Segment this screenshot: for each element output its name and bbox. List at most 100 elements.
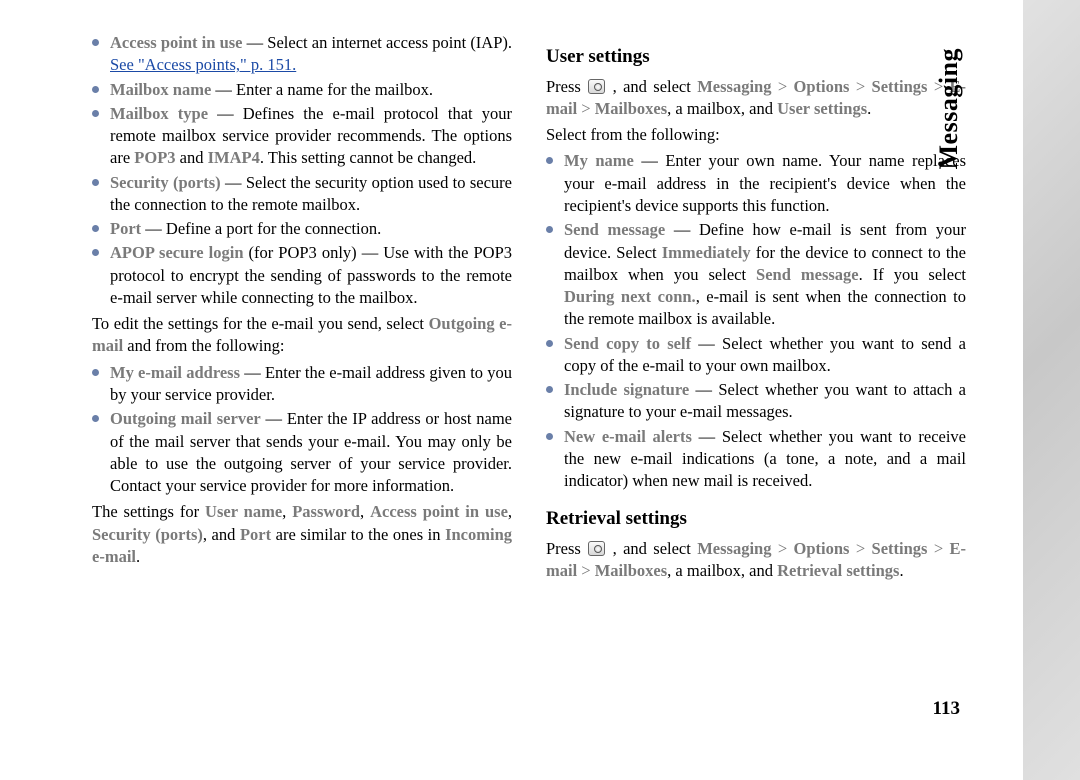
imap4-label: IMAP4: [208, 148, 260, 167]
body-post: . This setting cannot be changed.: [260, 148, 476, 167]
during-next-conn-label: During next conn.: [564, 287, 696, 306]
user-settings-list: My name — Enter your own name. Your name…: [546, 150, 966, 492]
term: Access point in use: [110, 33, 243, 52]
list-item: Port — Define a port for the connection.: [110, 218, 512, 240]
list-item: My e-mail address — Enter the e-mail add…: [110, 362, 512, 407]
chevron-icon: >: [778, 539, 787, 558]
heading-user-settings: User settings: [546, 44, 966, 70]
nav-path-user-settings: Press , and select Messaging > Options >…: [546, 76, 966, 121]
s5: Port: [240, 525, 271, 544]
chevron-icon: >: [581, 99, 590, 118]
nav-step: Settings: [872, 539, 928, 558]
dash: —: [243, 33, 268, 52]
list-item: APOP secure login (for POP3 only) — Use …: [110, 242, 512, 309]
dash: —: [240, 363, 265, 382]
nav-step: Mailboxes: [595, 561, 667, 580]
nav-last: User settings: [777, 99, 867, 118]
chevron-icon: >: [856, 77, 865, 96]
suffix: (for POP3 only) —: [244, 243, 384, 262]
list-item: Send copy to self — Select whether you w…: [564, 333, 966, 378]
dash: —: [211, 80, 236, 99]
s4: Security (ports): [92, 525, 203, 544]
body: Define a port for the connection.: [166, 219, 381, 238]
menu-key-icon: [588, 79, 605, 94]
nav-path-retrieval-settings: Press , and select Messaging > Options >…: [546, 538, 966, 583]
s3: Access point in use: [370, 502, 508, 521]
settings-list-outgoing: My e-mail address — Enter the e-mail add…: [92, 362, 512, 498]
nav-last: Retrieval settings: [777, 561, 899, 580]
text: The settings for: [92, 502, 205, 521]
nav-step: Mailboxes: [595, 99, 667, 118]
dash: —: [689, 380, 718, 399]
link-access-points[interactable]: See "Access points," p. 151.: [110, 55, 296, 74]
text: and from the following:: [123, 336, 284, 355]
select-following: Select from the following:: [546, 124, 966, 146]
term: Mailbox name: [110, 80, 211, 99]
list-item: Outgoing mail server — Enter the IP addr…: [110, 408, 512, 497]
term: Outgoing mail server: [110, 409, 261, 428]
dash: —: [208, 104, 243, 123]
dash: —: [221, 173, 246, 192]
dot: .: [136, 547, 140, 566]
list-item: Mailbox name — Enter a name for the mail…: [110, 79, 512, 101]
text: , a mailbox, and: [667, 99, 777, 118]
chapter-tab: Messaging: [931, 48, 966, 170]
left-column: Access point in use — Select an internet…: [92, 30, 512, 750]
dash: —: [141, 219, 166, 238]
dash: —: [692, 427, 722, 446]
list-item: Security (ports) — Select the security o…: [110, 172, 512, 217]
nav-step: Options: [794, 77, 850, 96]
settings-list-incoming: Access point in use — Select an internet…: [92, 32, 512, 309]
immediately-label: Immediately: [662, 243, 751, 262]
s2: Password: [292, 502, 360, 521]
text: , a mailbox, and: [667, 561, 777, 580]
press-label: Press: [546, 77, 587, 96]
body: Select an internet access point (IAP).: [267, 33, 512, 52]
list-item: New e-mail alerts — Select whether you w…: [564, 426, 966, 493]
right-column: User settings Press , and select Messagi…: [546, 30, 966, 750]
nav-step: Messaging: [697, 539, 771, 558]
manual-page: Access point in use — Select an internet…: [0, 0, 1023, 780]
dot: .: [867, 99, 871, 118]
chevron-icon: >: [778, 77, 787, 96]
nav-step: Settings: [872, 77, 928, 96]
term: Send message: [564, 220, 665, 239]
dash: —: [665, 220, 699, 239]
text: To edit the settings for the e-mail you …: [92, 314, 429, 333]
term: New e-mail alerts: [564, 427, 692, 446]
term: Mailbox type: [110, 104, 208, 123]
select-label: , and select: [606, 77, 697, 96]
outgoing-intro: To edit the settings for the e-mail you …: [92, 313, 512, 358]
chevron-icon: >: [934, 539, 943, 558]
chevron-icon: >: [581, 561, 590, 580]
list-item: Mailbox type — Defines the e-mail protoc…: [110, 103, 512, 170]
list-item: My name — Enter your own name. Your name…: [564, 150, 966, 217]
nav-step: Options: [794, 539, 850, 558]
dash: —: [691, 334, 722, 353]
similar-settings-note: The settings for User name, Password, Ac…: [92, 501, 512, 568]
menu-key-icon: [588, 541, 605, 556]
pop3-label: POP3: [134, 148, 175, 167]
term: Include signature: [564, 380, 689, 399]
and: and: [176, 148, 208, 167]
dot: .: [899, 561, 903, 580]
term: Send copy to self: [564, 334, 691, 353]
list-item: Include signature — Select whether you w…: [564, 379, 966, 424]
select-label: , and select: [606, 539, 697, 558]
term: Security (ports): [110, 173, 221, 192]
body: Enter a name for the mailbox.: [236, 80, 433, 99]
list-item: Send message — Define how e-mail is sent…: [564, 219, 966, 330]
heading-retrieval-settings: Retrieval settings: [546, 506, 966, 532]
nav-step: Messaging: [697, 77, 771, 96]
term: My name: [564, 151, 634, 170]
term: Port: [110, 219, 141, 238]
s1: User name: [205, 502, 282, 521]
term: My e-mail address: [110, 363, 240, 382]
c: , and: [203, 525, 240, 544]
c: ,: [282, 502, 292, 521]
dash: —: [634, 151, 666, 170]
page-number: 113: [933, 696, 960, 722]
mid: . If you select: [859, 265, 966, 284]
send-message-label: Send message: [756, 265, 859, 284]
c: ,: [360, 502, 370, 521]
